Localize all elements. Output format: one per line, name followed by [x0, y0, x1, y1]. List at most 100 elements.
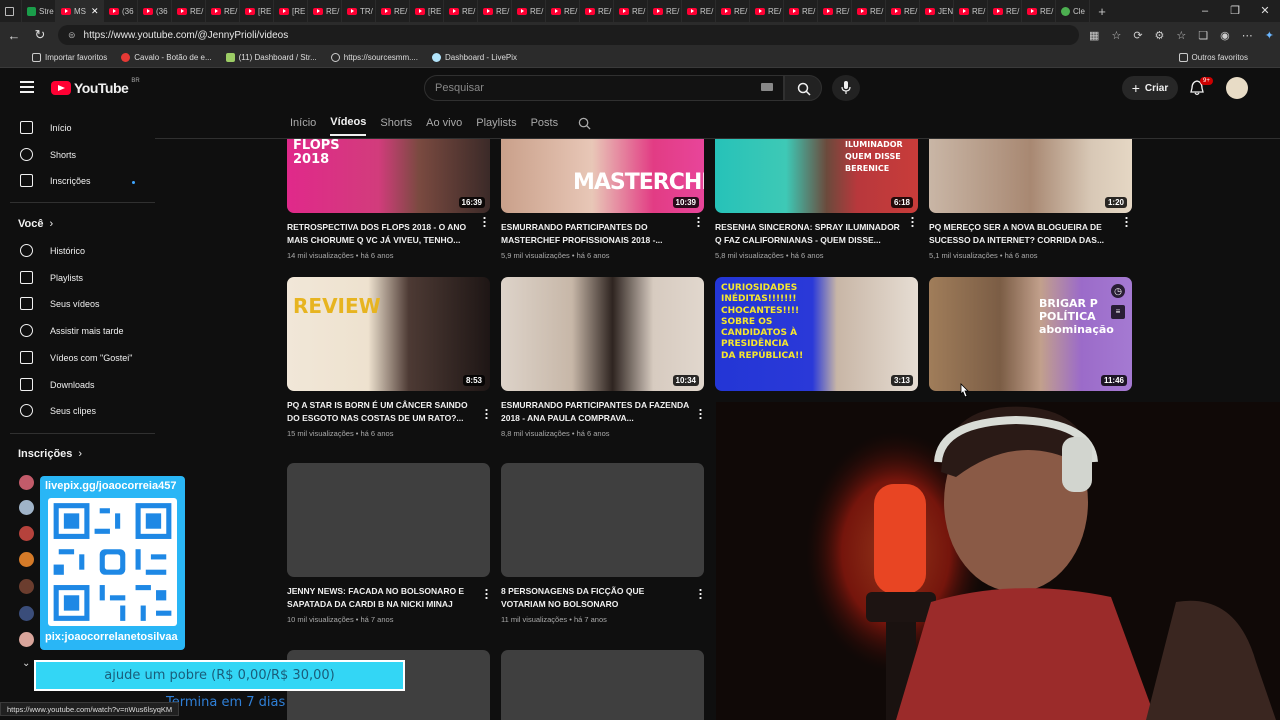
video-title[interactable]: PQ A STAR IS BORN É UM CÂNCER SAINDO DO …	[287, 399, 477, 425]
search-input[interactable]: Pesquisar	[424, 75, 784, 101]
more-options-icon[interactable]	[699, 588, 702, 599]
browser-tab[interactable]: RE/	[852, 0, 886, 22]
video-thumbnail[interactable]: REVIEW 8:53	[287, 277, 490, 391]
channel-search-icon[interactable]	[578, 117, 591, 130]
browser-tab[interactable]: TR/	[342, 0, 376, 22]
maximize-icon[interactable]: ❐	[1220, 0, 1250, 22]
more-icon[interactable]: ⋯	[1242, 29, 1253, 42]
video-title[interactable]: ESMURRANDO PARTICIPANTES DO MASTERCHEF P…	[501, 221, 691, 247]
video-thumbnail[interactable]: FLOPS 2018 16:39	[287, 139, 490, 213]
sidebar-item-shorts[interactable]: Shorts	[20, 148, 76, 161]
sidebar-item-subscriptions[interactable]: Inscrições	[20, 174, 91, 187]
browser-tab[interactable]: RE/	[750, 0, 784, 22]
bookmark-item[interactable]: (11) Dashboard / Str...	[225, 53, 317, 62]
favorite-star-icon[interactable]: ☆	[1111, 29, 1121, 42]
add-to-queue-icon[interactable]: ≡	[1111, 305, 1125, 319]
voice-search-button[interactable]	[832, 75, 860, 101]
browser-tab[interactable]: Stre	[22, 0, 56, 22]
browser-tab[interactable]: [RE	[240, 0, 274, 22]
video-card[interactable]: 1:20 PQ MEREÇO SER A NOVA BLOGUEIRA DE S…	[929, 139, 1132, 259]
video-thumbnail[interactable]: ILUMINADOR QUEM DISSE BERENICE 6:18	[715, 139, 918, 213]
back-icon[interactable]: ←	[6, 28, 22, 43]
browser-tab[interactable]: RE/	[648, 0, 682, 22]
video-card[interactable]: 10:34 ESMURRANDO PARTICIPANTES DA FAZEND…	[501, 277, 704, 438]
browser-tab[interactable]: RE/	[206, 0, 240, 22]
create-button[interactable]: + Criar	[1122, 76, 1178, 100]
browser-tab[interactable]: RE/	[376, 0, 410, 22]
other-favorites[interactable]: Outros favoritos	[1178, 53, 1248, 62]
tab-playlists[interactable]: Playlists	[476, 111, 516, 135]
sidebar-item-clips[interactable]: Seus clipes	[20, 404, 96, 417]
browser-tab[interactable]: (36	[138, 0, 172, 22]
sidebar-item-your-videos[interactable]: Seus vídeos	[20, 297, 100, 310]
video-thumbnail[interactable]: 10:34	[501, 277, 704, 391]
collections-icon[interactable]: ❏	[1198, 29, 1208, 42]
video-thumbnail-loading[interactable]	[501, 463, 704, 577]
sidebar-you-header[interactable]: Você ›	[18, 218, 53, 230]
browser-tab[interactable]: RE/	[954, 0, 988, 22]
account-avatar[interactable]	[1226, 77, 1248, 99]
browser-tab[interactable]: RE/	[784, 0, 818, 22]
video-title[interactable]: JENNY NEWS: FACADA NO BOLSONARO E SAPATA…	[287, 585, 477, 611]
browser-tab[interactable]: RE/	[716, 0, 750, 22]
minimize-icon[interactable]: –	[1190, 0, 1220, 22]
sidebar-item-history[interactable]: Histórico	[20, 244, 85, 257]
subscription-avatar[interactable]	[19, 526, 34, 541]
close-window-icon[interactable]: ✕	[1250, 0, 1280, 22]
browser-tab[interactable]: RE/	[478, 0, 512, 22]
new-tab-button[interactable]: +	[1090, 0, 1114, 22]
chevron-down-icon[interactable]: ⌄	[22, 658, 30, 669]
subscription-avatar[interactable]	[19, 475, 34, 490]
video-card[interactable]: REVIEW 8:53 PQ A STAR IS BORN É UM CÂNCE…	[287, 277, 490, 438]
browser-tab[interactable]: JEN	[920, 0, 954, 22]
bookmark-item[interactable]: Dashboard - LivePix	[432, 53, 517, 62]
browser-tab[interactable]: [RE	[410, 0, 444, 22]
tab-home[interactable]: Início	[290, 111, 316, 135]
refresh-ext-icon[interactable]: ⟳	[1133, 29, 1142, 42]
subscription-avatar[interactable]	[19, 632, 34, 647]
search-button[interactable]	[784, 75, 822, 101]
video-thumbnail[interactable]: CURIOSIDADES INÉDITAS!!!!!!! CHOCANTES!!…	[715, 277, 918, 391]
tab-shorts[interactable]: Shorts	[380, 111, 412, 135]
tab-live[interactable]: Ao vivo	[426, 111, 462, 135]
close-tab-icon[interactable]: ✕	[91, 6, 99, 17]
reload-icon[interactable]: ↻	[32, 27, 48, 43]
copilot-icon[interactable]: ✦	[1265, 29, 1274, 42]
menu-icon[interactable]	[20, 81, 34, 93]
browser-tab[interactable]: RE/	[580, 0, 614, 22]
video-title[interactable]: 8 PERSONAGENS DA FICÇÃO QUE VOTARIAM NO …	[501, 585, 691, 611]
browser-tab[interactable]	[0, 0, 22, 22]
browser-tab[interactable]: RE/	[546, 0, 580, 22]
browser-tab[interactable]: RE/	[614, 0, 648, 22]
browser-tab[interactable]: [RE	[274, 0, 308, 22]
extensions-icon[interactable]: ⚙	[1155, 29, 1165, 42]
tab-posts[interactable]: Posts	[531, 111, 559, 135]
browser-tab[interactable]: (36	[104, 0, 138, 22]
profile-icon[interactable]: ◉	[1220, 29, 1230, 42]
video-thumbnail[interactable]: BRIGAR P POLÍTICA abominação ◷ ≡ 11:46	[929, 277, 1132, 391]
subscription-avatar[interactable]	[19, 606, 34, 621]
site-info-icon[interactable]: ⊜	[68, 30, 76, 41]
video-thumbnail[interactable]: MASTERCHE 10:39	[501, 139, 704, 213]
browser-tab[interactable]: Cle	[1056, 0, 1090, 22]
video-thumbnail-loading[interactable]	[287, 463, 490, 577]
tab-actions-icon[interactable]	[5, 6, 14, 16]
keyboard-icon[interactable]	[761, 83, 773, 91]
sidebar-item-home[interactable]: Início	[20, 121, 72, 134]
video-card[interactable]: FLOPS 2018 16:39 RETROSPECTIVA DOS FLOPS…	[287, 139, 490, 259]
video-thumbnail-loading[interactable]	[501, 650, 704, 720]
browser-tab[interactable]: RE/	[512, 0, 546, 22]
video-card[interactable]: CURIOSIDADES INÉDITAS!!!!!!! CHOCANTES!!…	[715, 277, 918, 391]
watch-later-icon[interactable]: ◷	[1111, 284, 1125, 298]
video-card[interactable]: BRIGAR P POLÍTICA abominação ◷ ≡ 11:46	[929, 277, 1132, 391]
video-card[interactable]: JENNY NEWS: FACADA NO BOLSONARO E SAPATA…	[287, 463, 490, 624]
browser-tab[interactable]: RE/	[988, 0, 1022, 22]
sidebar-item-watch-later[interactable]: Assistir mais tarde	[20, 324, 124, 337]
video-thumbnail[interactable]: 1:20	[929, 139, 1132, 213]
subscription-avatar[interactable]	[19, 552, 34, 567]
browser-tab[interactable]: RE/	[444, 0, 478, 22]
tab-videos[interactable]: Vídeos	[330, 110, 367, 136]
sidebar-item-downloads[interactable]: Downloads	[20, 378, 95, 391]
browser-tab[interactable]: RE/	[1022, 0, 1056, 22]
browser-tab[interactable]: RE/	[682, 0, 716, 22]
